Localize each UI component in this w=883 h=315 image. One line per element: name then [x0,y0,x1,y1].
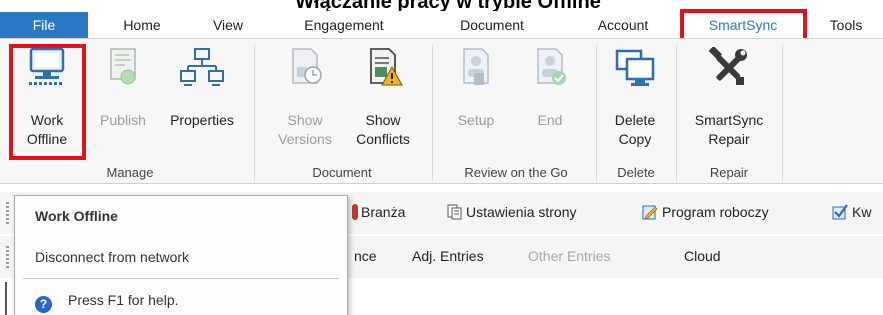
tab-home[interactable]: Home [104,12,180,38]
tab-account[interactable]: Account [578,12,668,38]
ribbon-separator [254,45,255,181]
kw-label: Kw [852,204,872,220]
branza-button[interactable]: Branża [352,204,405,224]
document-group-label: Document [312,165,372,180]
tooltip-help-text: Press F1 for help. [68,292,179,308]
tab-document[interactable]: Document [438,12,546,38]
end-label: End [537,112,563,128]
review-group-label: Review on the Go [464,165,568,180]
tab-file[interactable]: File [0,12,88,38]
publish-button[interactable]: Publish [90,39,156,159]
page-title: Włączanie pracy w trybie Offline [295,0,601,11]
tools-icon [708,47,747,85]
versions-icon [292,48,322,84]
pencil-document-icon [642,205,658,220]
ribbon-separator [676,45,677,181]
publish-label: Publish [100,112,146,128]
setup-button[interactable]: Setup [440,39,512,159]
delete-group-label: Delete [617,165,655,180]
delete-copy-button[interactable]: Delete Copy [600,39,670,159]
checkbox-icon [832,204,848,220]
tab-adj-entries[interactable]: Adj. Entries [412,248,484,268]
toolbar-grip[interactable] [6,246,9,268]
work-program-button[interactable]: Program roboczy [642,204,769,224]
page-setup-icon [447,204,462,220]
tab-nce[interactable]: nce [354,248,377,268]
show-versions-label: Show Versions [278,112,332,147]
tab-other-entries[interactable]: Other Entries [528,248,610,268]
document-pane-edge [5,282,7,315]
repair-group-label: Repair [709,165,749,180]
ribbon-separator [432,45,433,181]
properties-label: Properties [170,112,234,128]
setup-label: Setup [457,112,495,128]
show-conflicts-button[interactable]: Show Conflicts [344,39,422,159]
tab-cloud[interactable]: Cloud [684,248,721,268]
tooltip-divider [23,278,339,279]
tooltip-help: ? Press F1 for help. [35,292,179,313]
tab-engagement[interactable]: Engagement [284,12,404,38]
delete-copy-label: Delete Copy [614,112,656,147]
end-button[interactable]: End [512,39,588,159]
end-icon [537,48,566,85]
show-versions-button[interactable]: Show Versions [262,39,348,159]
work-offline-highlight [9,44,86,160]
work-offline-tooltip: Work Offline Disconnect from network ? Pr… [14,195,348,315]
branza-label: Branża [361,204,406,220]
delete-copy-icon [615,49,655,86]
tab-tools[interactable]: Tools [816,12,876,38]
kw-button[interactable]: Kw [832,204,871,224]
tab-view[interactable]: View [196,12,260,38]
network-icon [180,48,224,86]
show-conflicts-label: Show Conflicts [356,112,410,147]
properties-button[interactable]: Properties [156,39,248,159]
smartsync-repair-label: SmartSync Repair [694,112,764,147]
smartsync-repair-button[interactable]: SmartSync Repair [680,39,778,159]
ribbon-separator [782,45,783,181]
publish-icon [110,48,136,85]
tooltip-description: Disconnect from network [35,249,190,265]
page-setup-button[interactable]: Ustawienia strony [446,204,577,224]
ribbon: Work Offline Publish Properties Manage S… [0,38,883,184]
work-program-label: Program roboczy [662,204,769,220]
setup-icon [463,48,489,85]
ribbon-separator [596,45,597,181]
conflicts-icon [370,48,403,86]
manage-group-label: Manage [106,165,154,180]
help-icon: ? [35,296,52,313]
toolbar-grip[interactable] [6,202,9,224]
page-setup-label: Ustawienia strony [466,204,577,220]
tooltip-title: Work Offline [35,208,118,224]
branza-icon [352,204,358,220]
